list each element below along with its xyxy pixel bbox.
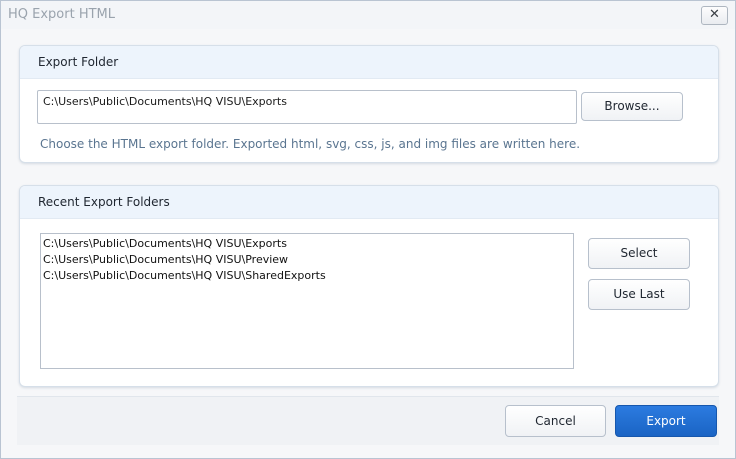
export-folder-path-field[interactable]: C:\Users\Public\Documents\HQ VISU\Export… xyxy=(37,90,577,124)
cancel-button[interactable]: Cancel xyxy=(505,405,606,437)
export-folder-header: Export Folder xyxy=(20,46,718,79)
recent-folders-group: Recent Export Folders C:\Users\Public\Do… xyxy=(19,185,719,387)
export-html-dialog: HQ Export HTML ✕ Export Folder C:\Users\… xyxy=(0,0,736,459)
export-folder-group: Export Folder C:\Users\Public\Documents\… xyxy=(19,45,719,163)
browse-button[interactable]: Browse... xyxy=(581,92,683,121)
list-item[interactable]: C:\Users\Public\Documents\HQ VISU\Previe… xyxy=(43,252,571,268)
use-last-button[interactable]: Use Last xyxy=(588,279,690,310)
list-item[interactable]: C:\Users\Public\Documents\HQ VISU\Shared… xyxy=(43,268,571,284)
dialog-footer: Cancel Export xyxy=(17,396,719,445)
list-item[interactable]: C:\Users\Public\Documents\HQ VISU\Export… xyxy=(43,236,571,252)
export-button[interactable]: Export xyxy=(615,405,717,437)
recent-folders-header: Recent Export Folders xyxy=(20,186,718,219)
close-button[interactable]: ✕ xyxy=(701,6,728,25)
window-title: HQ Export HTML xyxy=(8,7,116,22)
title-bar: HQ Export HTML ✕ xyxy=(1,1,735,29)
export-folder-hint: Choose the HTML export folder. Exported … xyxy=(40,137,581,151)
close-icon: ✕ xyxy=(709,7,720,22)
recent-folders-list[interactable]: C:\Users\Public\Documents\HQ VISU\Export… xyxy=(40,233,574,369)
select-button[interactable]: Select xyxy=(588,238,690,269)
